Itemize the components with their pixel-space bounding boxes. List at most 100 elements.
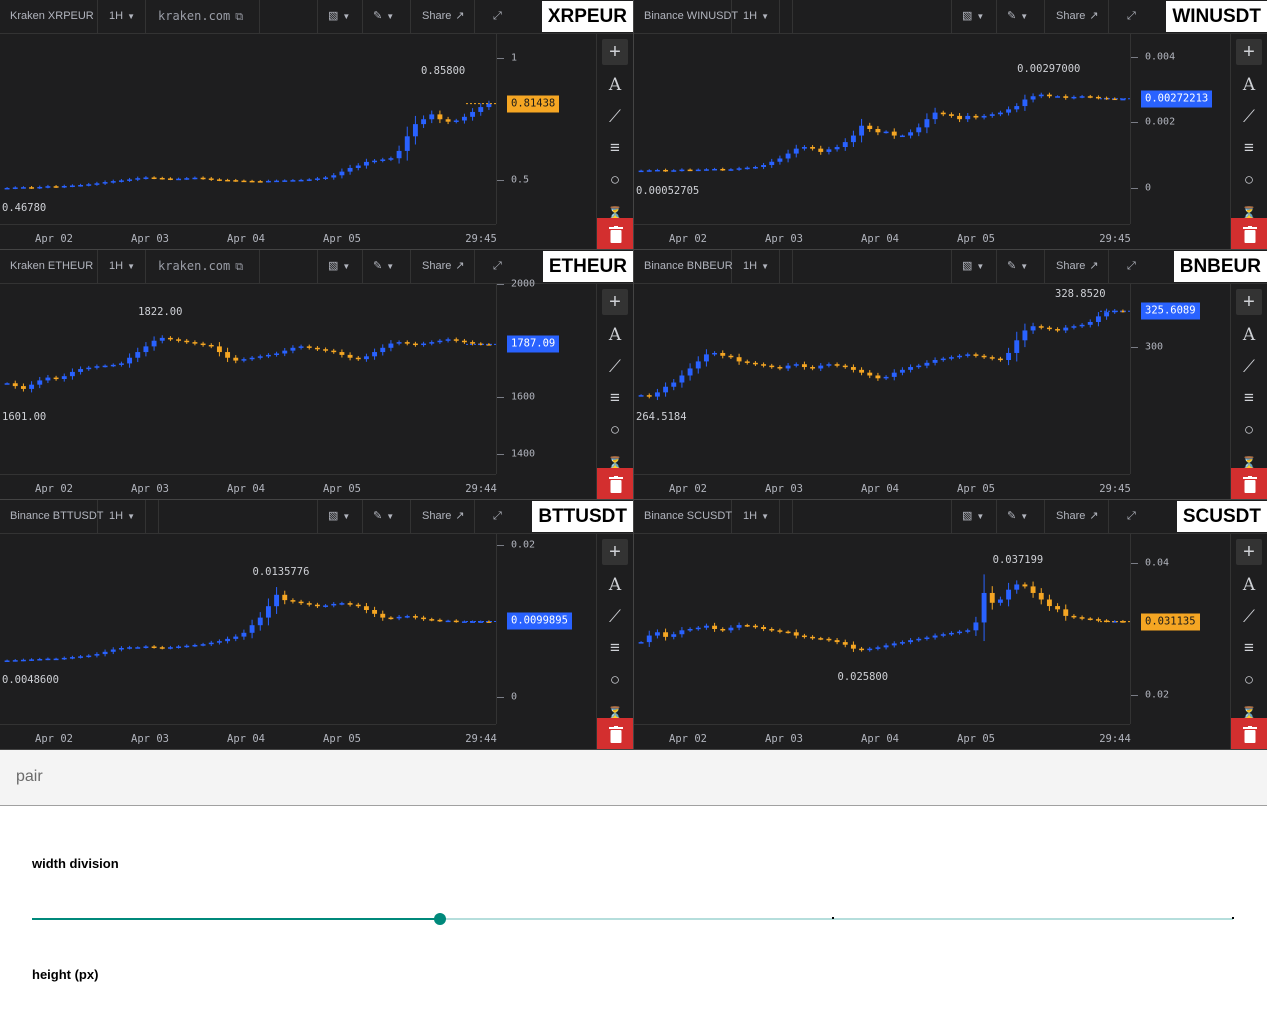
fib-tool-icon[interactable]: ≡ [1236, 135, 1262, 161]
line-tool-icon[interactable]: ⟋ [602, 104, 628, 130]
chart-type-dropdown[interactable]: ▧ ▼ [951, 500, 997, 533]
text-tool-icon[interactable]: A [1236, 322, 1262, 348]
time-axis[interactable]: Apr 02 Apr 03 Apr 04 Apr 05 29:44 [0, 474, 497, 499]
line-tool-icon[interactable]: ⟋ [1236, 354, 1262, 380]
candle-body [965, 630, 971, 632]
symbol-search-button[interactable]: Kraken XRPEUR [0, 0, 98, 33]
price-axis[interactable]: 300 325.6089 [1130, 284, 1230, 474]
delete-button[interactable] [597, 468, 633, 499]
line-tool-icon[interactable]: ⟋ [602, 604, 628, 630]
chart-type-dropdown[interactable]: ▧ ▼ [951, 0, 997, 33]
fib-tool-icon[interactable]: ≡ [602, 635, 628, 661]
interval-dropdown[interactable]: 1H ▼ [732, 250, 780, 283]
pair-field[interactable]: pair [0, 750, 1267, 806]
candlestick-plot[interactable] [0, 284, 496, 474]
fullscreen-button[interactable]: ⤢ [1118, 0, 1148, 33]
fullscreen-button[interactable]: ⤢ [1118, 250, 1148, 283]
text-tool-icon[interactable]: A [602, 322, 628, 348]
fullscreen-button[interactable]: ⤢ [484, 0, 514, 33]
line-tool-icon[interactable]: ⟋ [602, 354, 628, 380]
width-division-slider[interactable] [32, 910, 1234, 928]
delete-button[interactable] [1231, 218, 1267, 249]
share-button[interactable]: Share ↗ [411, 0, 475, 33]
price-axis[interactable]: 2000 1600 1400 1787.09 [496, 279, 596, 474]
add-icon[interactable]: + [1236, 539, 1262, 565]
chart-type-dropdown[interactable]: ▧ ▼ [951, 250, 997, 283]
text-tool-icon[interactable]: A [1236, 72, 1262, 98]
delete-button[interactable] [1231, 468, 1267, 499]
interval-dropdown[interactable]: 1H ▼ [98, 250, 146, 283]
drawing-tools-dropdown[interactable]: ✎ ▼ [363, 0, 411, 33]
fib-tool-icon[interactable]: ≡ [1236, 635, 1262, 661]
add-icon[interactable]: + [602, 39, 628, 65]
circle-tool-icon[interactable]: ○ [1236, 417, 1262, 443]
add-icon[interactable]: + [602, 539, 628, 565]
symbol-search-button[interactable]: Binance WINUSDT [634, 0, 738, 33]
price-axis[interactable]: 0.004 0.002 0 0.00272213 [1130, 34, 1230, 224]
symbol-search-button[interactable]: Binance SCUSDT [634, 500, 732, 533]
circle-tool-icon[interactable]: ○ [1236, 167, 1262, 193]
symbol-search-button[interactable]: Kraken ETHEUR [0, 250, 98, 283]
candlestick-plot[interactable] [0, 534, 496, 724]
candlestick-plot[interactable] [634, 284, 1130, 474]
drawing-tools-dropdown[interactable]: ✎ ▼ [997, 500, 1045, 533]
time-axis[interactable]: Apr 02 Apr 03 Apr 04 Apr 05 29:45 [634, 224, 1131, 249]
drawing-tools-dropdown[interactable]: ✎ ▼ [997, 250, 1045, 283]
exchange-link[interactable]: kraken.com ⧉ [146, 0, 260, 33]
time-axis[interactable]: Apr 02 Apr 03 Apr 04 Apr 05 29:45 [0, 224, 497, 249]
symbol-search-button[interactable]: Binance BTTUSDT [0, 500, 104, 533]
fullscreen-button[interactable]: ⤢ [484, 500, 514, 533]
line-tool-icon[interactable]: ⟋ [1236, 104, 1262, 130]
fullscreen-button[interactable]: ⤢ [1118, 500, 1148, 533]
time-axis[interactable]: Apr 02 Apr 03 Apr 04 Apr 05 29:45 [634, 474, 1131, 499]
share-button[interactable]: Share ↗ [411, 250, 475, 283]
price-axis[interactable]: 1 0.5 0.81438 [496, 34, 596, 224]
circle-tool-icon[interactable]: ○ [602, 667, 628, 693]
chart-type-dropdown[interactable]: ▧ ▼ [317, 250, 363, 283]
slider-thumb[interactable] [434, 913, 447, 925]
drawing-tools-dropdown[interactable]: ✎ ▼ [997, 0, 1045, 33]
fullscreen-button[interactable]: ⤢ [484, 250, 514, 283]
add-icon[interactable]: + [602, 289, 628, 315]
time-axis[interactable]: Apr 02 Apr 03 Apr 04 Apr 05 29:44 [634, 724, 1131, 749]
symbol-search-button[interactable]: Binance BNBEUR [634, 250, 733, 283]
delete-button[interactable] [597, 718, 633, 749]
add-icon[interactable]: + [1236, 289, 1262, 315]
line-tool-icon[interactable]: ⟋ [1236, 604, 1262, 630]
text-tool-icon[interactable]: A [1236, 572, 1262, 598]
time-axis[interactable]: Apr 02 Apr 03 Apr 04 Apr 05 29:44 [0, 724, 497, 749]
candle-body [875, 375, 881, 379]
interval-dropdown[interactable]: 1H ▼ [732, 500, 780, 533]
fib-tool-icon[interactable]: ≡ [602, 385, 628, 411]
chart-type-dropdown[interactable]: ▧ ▼ [317, 500, 363, 533]
fib-tool-icon[interactable]: ≡ [1236, 385, 1262, 411]
price-axis[interactable]: 0.04 0.02 0.031135 [1130, 534, 1230, 724]
delete-button[interactable] [597, 218, 633, 249]
text-tool-icon[interactable]: A [602, 572, 628, 598]
price-tick-mark [1131, 694, 1138, 696]
add-icon[interactable]: + [1236, 39, 1262, 65]
exchange-link[interactable]: kraken.com ⧉ [146, 250, 260, 283]
circle-tool-icon[interactable]: ○ [602, 167, 628, 193]
interval-dropdown[interactable]: 1H ▼ [98, 0, 146, 33]
share-button[interactable]: Share ↗ [1045, 250, 1109, 283]
drawing-tools-dropdown[interactable]: ✎ ▼ [363, 250, 411, 283]
share-button[interactable]: Share ↗ [1045, 500, 1109, 533]
share-button[interactable]: Share ↗ [411, 500, 475, 533]
text-tool-icon[interactable]: A [602, 72, 628, 98]
toolbar-spacer [780, 500, 793, 533]
interval-dropdown[interactable]: 1H ▼ [98, 500, 146, 533]
chart-type-dropdown[interactable]: ▧ ▼ [317, 0, 363, 33]
share-button[interactable]: Share ↗ [1045, 0, 1109, 33]
candlestick-plot[interactable] [634, 534, 1130, 724]
delete-button[interactable] [1231, 718, 1267, 749]
price-axis[interactable]: 0.02 0 0.0099895 [496, 534, 596, 724]
candlestick-plot[interactable] [0, 34, 496, 224]
circle-tool-icon[interactable]: ○ [1236, 667, 1262, 693]
fib-tool-icon[interactable]: ≡ [602, 135, 628, 161]
circle-tool-icon[interactable]: ○ [602, 417, 628, 443]
interval-dropdown[interactable]: 1H ▼ [732, 0, 780, 33]
candle-body [331, 175, 337, 178]
candle-body [453, 339, 459, 341]
drawing-tools-dropdown[interactable]: ✎ ▼ [363, 500, 411, 533]
